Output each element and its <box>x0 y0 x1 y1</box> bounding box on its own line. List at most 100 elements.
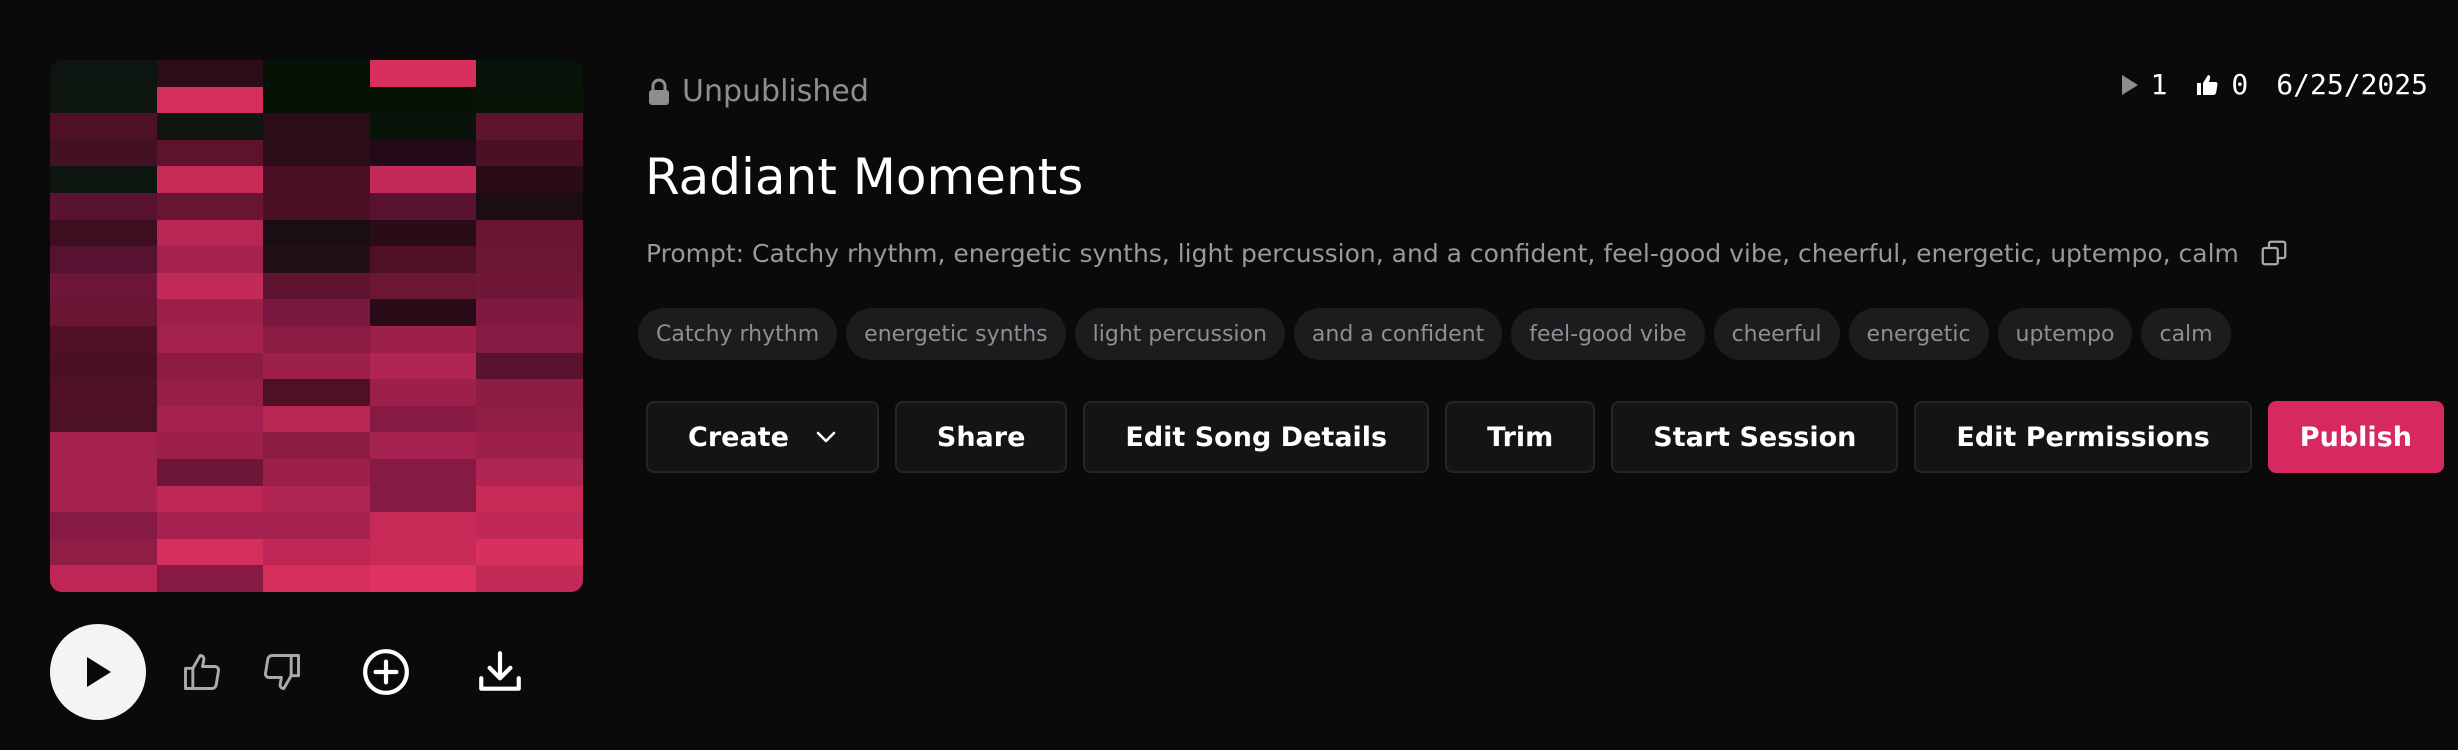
cover-art-cell <box>263 485 370 513</box>
cover-art-cell <box>50 405 157 433</box>
publish-button[interactable]: Publish <box>2267 401 2444 473</box>
cover-art-cell <box>156 352 264 380</box>
cover-art-cell <box>263 352 370 380</box>
like-button[interactable] <box>174 644 230 700</box>
like-count: 0 <box>2195 68 2248 101</box>
cover-art-cell <box>50 565 157 592</box>
prompt-row: Prompt: Catchy rhythm, energetic synths,… <box>646 238 2289 268</box>
share-button[interactable]: Share <box>894 401 1068 473</box>
play-button[interactable] <box>50 624 146 720</box>
cover-art-cell <box>156 113 264 140</box>
song-detail-page: Unpublished 1 0 6/25/2025 Radiant Moment… <box>0 0 2458 750</box>
create-label: Create <box>688 421 789 453</box>
cover-art-cell <box>156 193 264 220</box>
cover-art-cell <box>476 459 583 486</box>
cover-art-cell <box>263 193 370 220</box>
cover-art-cell <box>156 538 264 566</box>
cover-art-cell <box>476 166 583 193</box>
cover-art-cell <box>369 352 477 380</box>
copy-prompt-button[interactable] <box>2259 238 2289 268</box>
style-tag[interactable]: and a confident <box>1293 308 1503 360</box>
style-tag[interactable]: cheerful <box>1713 308 1840 360</box>
play-count-value: 1 <box>2150 68 2168 101</box>
cover-art-cell <box>369 86 477 114</box>
style-tag[interactable]: energetic <box>1848 308 1989 360</box>
play-icon <box>2121 74 2138 95</box>
copy-icon <box>2261 240 2287 266</box>
cover-art-cell <box>369 405 477 433</box>
cover-art-cell <box>476 60 583 87</box>
cover-art-cell <box>369 60 477 87</box>
thumbs-up-icon <box>2197 74 2218 95</box>
cover-art-cell <box>369 139 477 167</box>
start-session-button[interactable]: Start Session <box>1611 401 1899 473</box>
cover-art-cell <box>156 246 264 273</box>
style-tag[interactable]: calm <box>2141 308 2231 360</box>
status-label: Unpublished <box>682 74 869 109</box>
cover-art-cell <box>263 86 370 114</box>
create-button[interactable]: Create <box>646 401 879 473</box>
cover-art-cell <box>50 485 157 513</box>
cover-art-cell <box>263 538 370 566</box>
chevron-down-icon <box>816 431 836 443</box>
cover-art-cell <box>476 565 583 592</box>
cover-art-cell <box>156 299 264 326</box>
cover-art-cell <box>263 405 370 433</box>
cover-art-cell <box>50 246 157 273</box>
download-button[interactable] <box>472 644 528 700</box>
cover-art-cell <box>369 485 477 513</box>
cover-art-cell <box>50 113 157 140</box>
created-date: 6/25/2025 <box>2276 68 2428 101</box>
cover-art-cell <box>369 379 477 406</box>
cover-art-cell <box>50 379 157 406</box>
cover-art-cell <box>263 60 370 87</box>
cover-art-cell <box>263 432 370 459</box>
lock-icon <box>649 78 669 105</box>
cover-art-cell <box>476 512 583 539</box>
cover-art-cell <box>156 219 264 247</box>
cover-art-cell <box>369 326 477 353</box>
edit-song-details-button[interactable]: Edit Song Details <box>1083 401 1430 473</box>
play-icon <box>87 657 111 687</box>
style-tag[interactable]: uptempo <box>1997 308 2133 360</box>
cover-art-cell <box>263 512 370 539</box>
cover-art-cell <box>369 272 477 300</box>
cover-art-cell <box>50 432 157 459</box>
action-bar: Create Share Edit Song Details Trim Star… <box>646 401 2444 473</box>
edit-permissions-button[interactable]: Edit Permissions <box>1914 401 2252 473</box>
cover-art-cell <box>263 379 370 406</box>
cover-art-cell <box>263 459 370 486</box>
play-count: 1 <box>2121 68 2168 101</box>
cover-art-cell <box>369 113 477 140</box>
style-tag[interactable]: Catchy rhythm <box>638 308 838 360</box>
style-tags: Catchy rhythm energetic synths light percu… <box>638 308 2231 360</box>
cover-art-cell <box>476 246 583 273</box>
cover-art-cell <box>156 60 264 87</box>
song-title: Radiant Moments <box>645 148 1084 206</box>
cover-art-cell <box>50 86 157 114</box>
cover-art-cell <box>156 139 264 167</box>
style-tag[interactable]: feel-good vibe <box>1511 308 1705 360</box>
cover-art-cell <box>476 299 583 326</box>
trim-button[interactable]: Trim <box>1445 401 1596 473</box>
add-to-playlist-button[interactable] <box>358 644 414 700</box>
cover-art-cell <box>263 272 370 300</box>
cover-art-cell <box>50 219 157 247</box>
cover-art-cell <box>476 219 583 247</box>
cover-art-cell <box>263 139 370 167</box>
cover-art-cell <box>369 538 477 566</box>
cover-art-cell <box>369 193 477 220</box>
song-stats: 1 0 6/25/2025 <box>2121 68 2428 101</box>
style-tag[interactable]: light percussion <box>1074 308 1285 360</box>
cover-art-cell <box>156 379 264 406</box>
style-tag[interactable]: energetic synths <box>846 308 1066 360</box>
download-icon <box>479 651 521 691</box>
cover-art-cell <box>476 272 583 300</box>
cover-art-cell <box>476 379 583 406</box>
cover-art-cell <box>50 139 157 167</box>
cover-art-cell <box>50 272 157 300</box>
cover-art <box>50 60 583 592</box>
cover-art-cell <box>476 193 583 220</box>
dislike-button[interactable] <box>254 644 310 700</box>
cover-art-cell <box>369 459 477 486</box>
